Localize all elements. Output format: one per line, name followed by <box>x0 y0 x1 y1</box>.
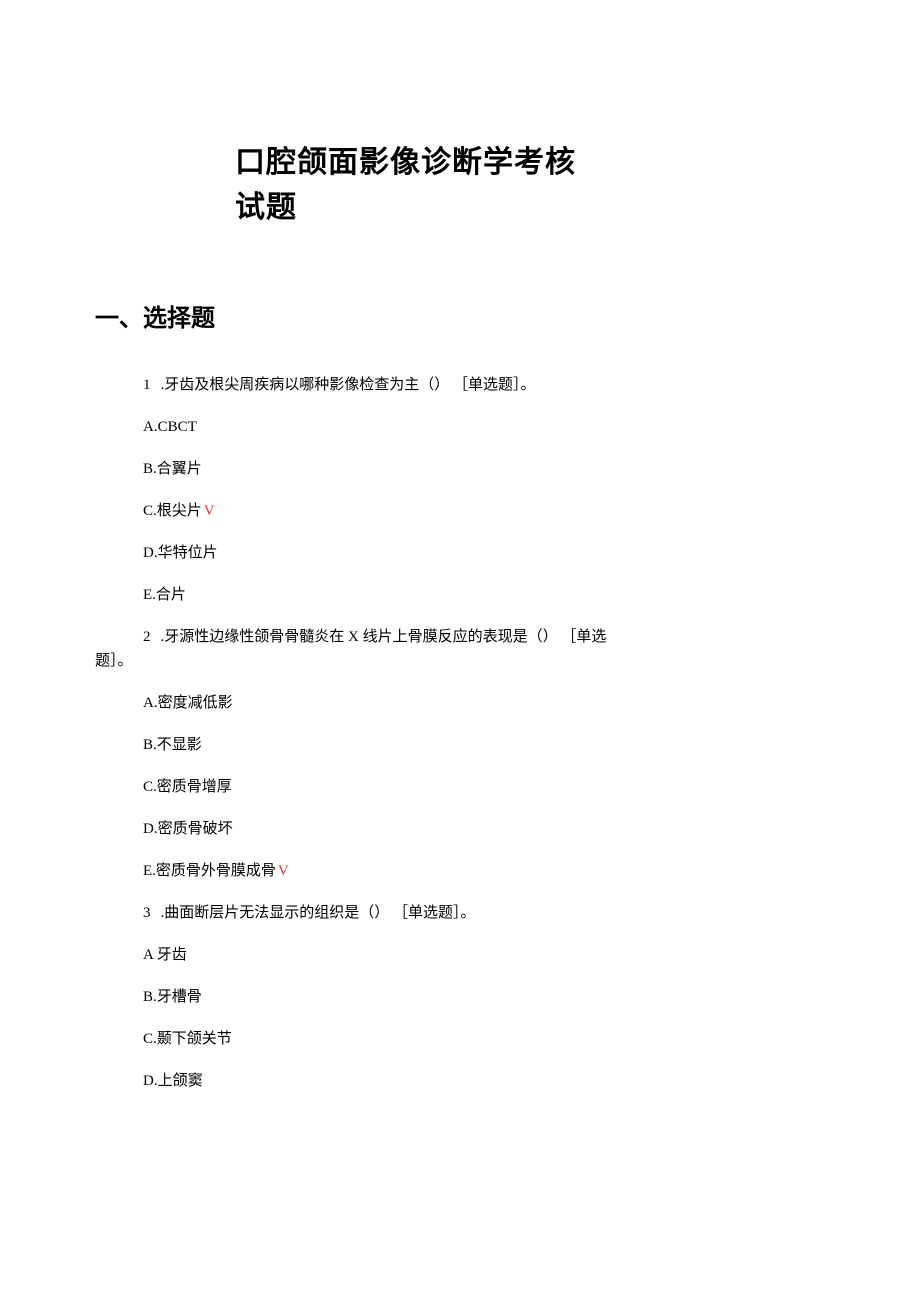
option-a: A.密度减低影 <box>95 691 825 715</box>
question-number: 2 <box>143 629 151 645</box>
option-c: C.密质骨增厚 <box>95 775 825 799</box>
question-number: 1 <box>143 377 151 393</box>
question-text-line1: .牙源性边缘性颌骨骨髓炎在 X 线片上骨膜反应的表现是（） ［单选 <box>161 629 607 645</box>
question-stem: 2 .牙源性边缘性颌骨骨髓炎在 X 线片上骨膜反应的表现是（） ［单选 题］。 <box>95 625 825 673</box>
document-title-block: 口腔颌面影像诊断学考核 试题 <box>235 140 825 230</box>
question-1: 1 .牙齿及根尖周疾病以哪种影像检查为主（） ［单选题］。 A.CBCT B.合翼… <box>95 373 825 607</box>
correct-mark: V <box>204 503 215 519</box>
question-number: 3 <box>143 905 151 921</box>
option-c: C.根尖片V <box>95 499 825 523</box>
option-c: C.颞下颌关节 <box>95 1027 825 1051</box>
option-e: E.合片 <box>95 583 825 607</box>
option-b: B.牙槽骨 <box>95 985 825 1009</box>
title-line-2: 试题 <box>235 185 825 230</box>
title-line-1: 口腔颌面影像诊断学考核 <box>235 140 825 185</box>
question-3: 3 .曲面断层片无法显示的组织是（） ［单选题］。 A 牙齿 B.牙槽骨 C.颞下… <box>95 901 825 1093</box>
option-a: A.CBCT <box>95 415 825 439</box>
option-a: A 牙齿 <box>95 943 825 967</box>
question-stem: 1 .牙齿及根尖周疾病以哪种影像检查为主（） ［单选题］。 <box>95 373 825 397</box>
correct-mark: V <box>278 863 289 879</box>
option-d: D.上颌窦 <box>95 1069 825 1093</box>
option-d: D.密质骨破坏 <box>95 817 825 841</box>
section-heading: 一、选择题 <box>95 300 825 338</box>
question-text: .牙齿及根尖周疾病以哪种影像检查为主（） ［单选题］。 <box>161 377 536 393</box>
question-text: .曲面断层片无法显示的组织是（） ［单选题］。 <box>161 905 476 921</box>
question-2: 2 .牙源性边缘性颌骨骨髓炎在 X 线片上骨膜反应的表现是（） ［单选 题］。 A… <box>95 625 825 883</box>
option-b: B.不显影 <box>95 733 825 757</box>
option-d: D.华特位片 <box>95 541 825 565</box>
option-b: B.合翼片 <box>95 457 825 481</box>
option-e: E.密质骨外骨膜成骨V <box>95 859 825 883</box>
question-stem: 3 .曲面断层片无法显示的组织是（） ［单选题］。 <box>95 901 825 925</box>
question-text-line2: 题］。 <box>95 649 825 673</box>
